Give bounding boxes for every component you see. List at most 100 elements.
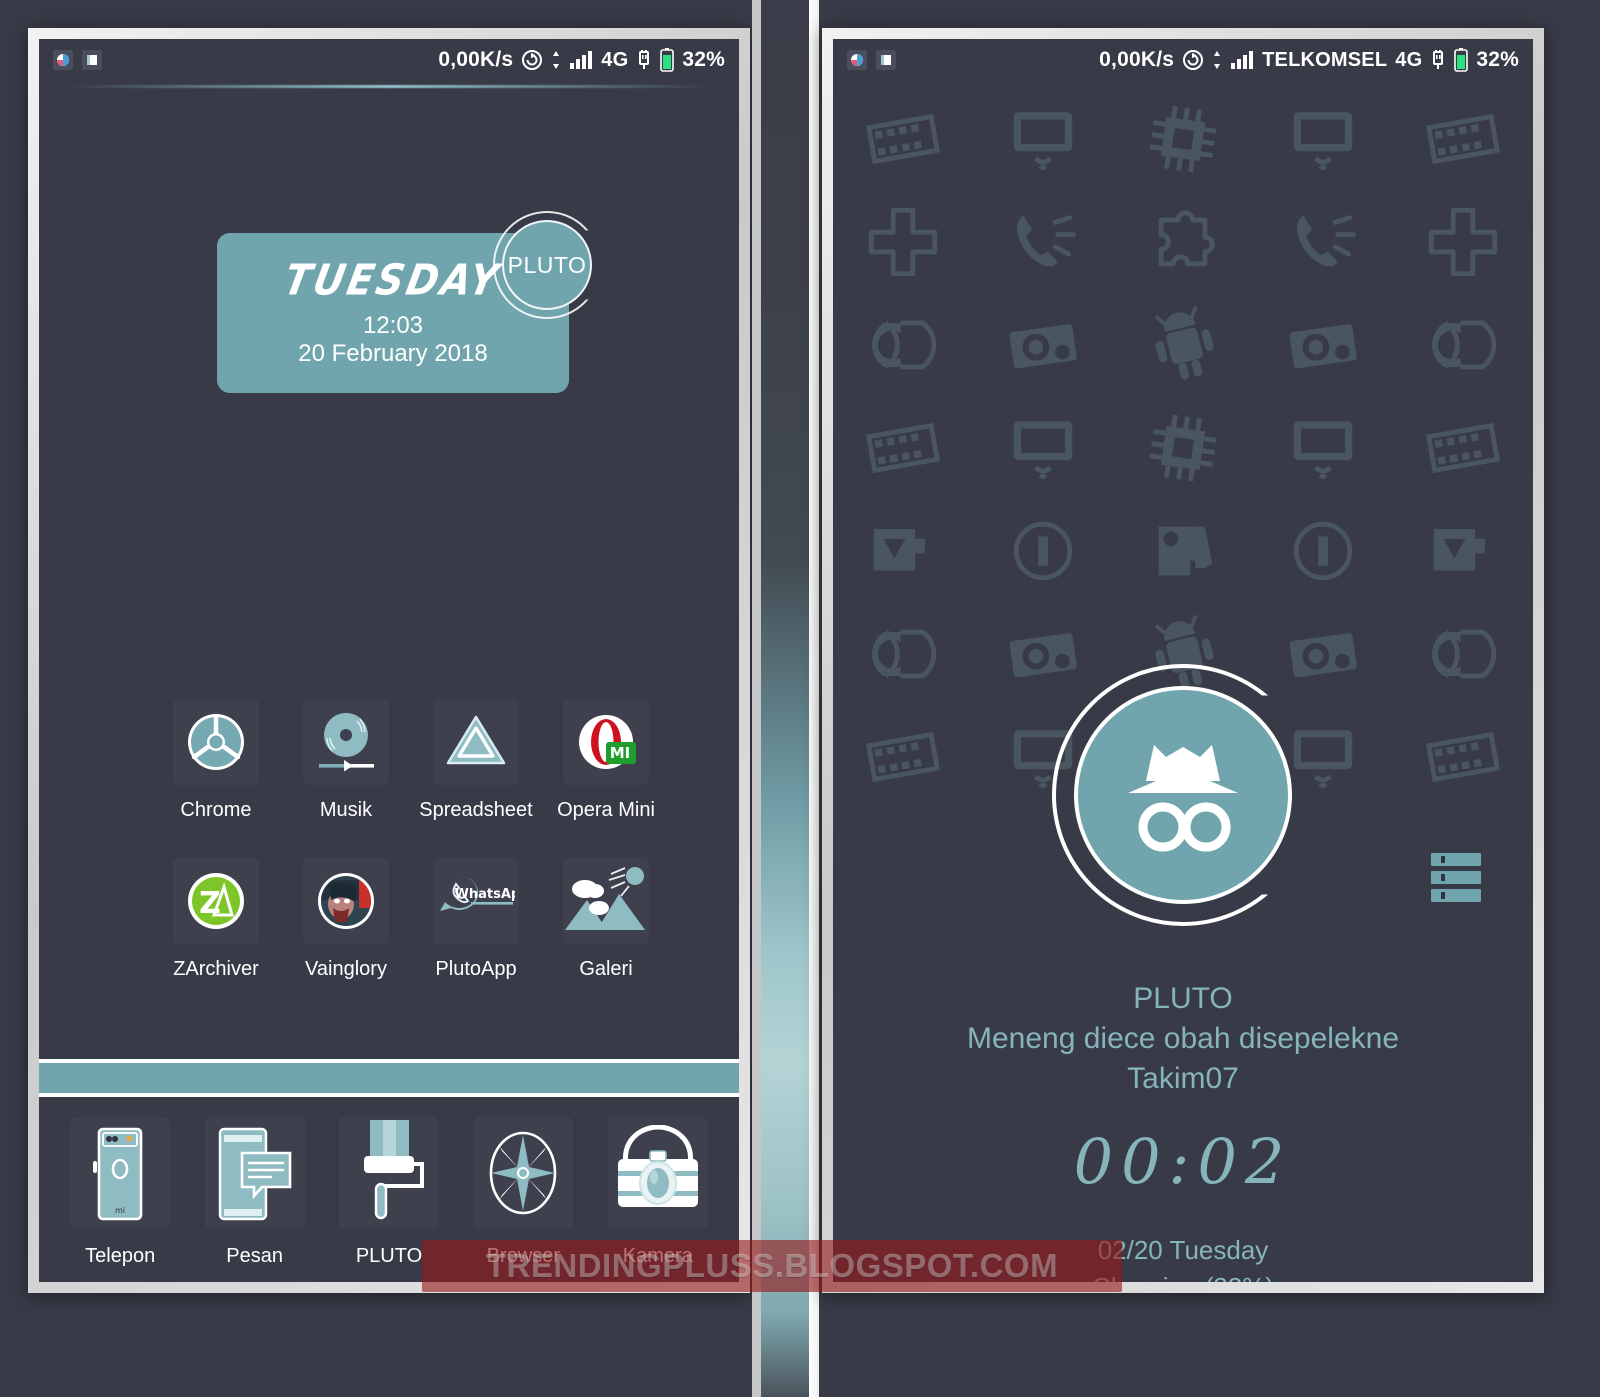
pluto-badge[interactable]: PLUTO [493, 211, 601, 319]
dock-label: Pesan [226, 1245, 283, 1267]
spreadsheet-triangle-icon [446, 715, 506, 765]
app-label: Galeri [579, 958, 633, 980]
dock-tile[interactable]: mi [70, 1117, 171, 1229]
lockscreen-name: PLUTO [1133, 982, 1233, 1015]
widget-time: 12:03 [362, 311, 424, 339]
lockscreen-avatar[interactable] [1052, 664, 1314, 926]
compass-icon [490, 1131, 557, 1215]
svg-text:MI: MI [610, 744, 631, 762]
dock-tile[interactable] [338, 1117, 439, 1229]
app-item-musik[interactable]: Musik [281, 699, 411, 822]
notification-book-icon [876, 50, 896, 70]
wp-magnet-icon [1424, 615, 1502, 693]
wp-dpad-icon [864, 203, 942, 281]
wp-camera-icon [1284, 306, 1362, 384]
app-tile[interactable] [303, 858, 389, 944]
wp-ringing-phone-icon [1004, 203, 1082, 281]
data-transfer-icon [551, 49, 561, 71]
left-phone-screen: 0,00K/s 4G 32% TUESDAY 12:03 20 February… [39, 39, 739, 1282]
right-status-bar: 0,00K/s TELKOMSEL 4G 32% [833, 39, 1533, 81]
music-disc-icon [319, 713, 374, 772]
dock-label: Telepon [85, 1245, 156, 1267]
app-tile[interactable]: WhatsApp [433, 858, 519, 944]
wp-monitor-cast-icon [1284, 409, 1362, 487]
zarchiver-icon: Z [188, 873, 244, 929]
wp-coffee-mug-icon [864, 512, 942, 590]
wp-chip-icon [1144, 100, 1222, 178]
app-tile[interactable] [433, 699, 519, 785]
gallery-mountains-icon [565, 867, 645, 930]
app-label: Spreadsheet [419, 799, 533, 821]
app-item-spreadsheet[interactable]: Spreadsheet [411, 699, 541, 822]
app-grid: Chrome Musik Spreadsheet MI Opera Mini Z… [151, 699, 671, 981]
message-device-icon [218, 1127, 291, 1221]
wp-magnet-icon [1424, 306, 1502, 384]
wp-magnet-icon [864, 615, 942, 693]
dock-item-pesan[interactable]: Pesan [187, 1117, 321, 1268]
dock-tile[interactable] [473, 1117, 574, 1229]
network-type: 4G [1395, 48, 1423, 71]
app-tile[interactable] [173, 699, 259, 785]
dock-item-telepon[interactable]: mi Telepon [53, 1117, 187, 1268]
right-phone-frame: 0,00K/s TELKOMSEL 4G 32% PLUTO Meneng di… [822, 28, 1544, 1293]
wp-android-robot-icon [1144, 305, 1222, 384]
app-tile[interactable] [563, 858, 649, 944]
app-item-plutoapp[interactable]: WhatsApp PlutoApp [411, 858, 541, 981]
battery-percent: 32% [682, 48, 725, 71]
vainglory-icon [318, 873, 374, 929]
app-tile[interactable]: Z [173, 858, 259, 944]
chrome-icon [188, 714, 244, 770]
app-tile[interactable] [303, 699, 389, 785]
app-label: Chrome [180, 799, 252, 821]
notification-globe-icon [847, 50, 867, 70]
status-right-icons: 0,00K/s 4G 32% [438, 48, 725, 72]
list-menu-bar [1431, 871, 1481, 884]
right-phone-screen: 0,00K/s TELKOMSEL 4G 32% PLUTO Meneng di… [833, 39, 1533, 1282]
lockscreen-clock: 00:02 [1073, 1124, 1293, 1198]
wp-chip-icon [1144, 409, 1222, 487]
incognito-icon [1128, 745, 1238, 852]
wp-ringing-phone-icon [1284, 203, 1362, 281]
wp-camera-icon [1004, 306, 1082, 384]
network-speed: 0,00K/s [438, 48, 514, 71]
dock-tile[interactable] [607, 1117, 708, 1229]
wp-coffee-mug-icon [1424, 512, 1502, 590]
list-menu-bar [1431, 889, 1481, 902]
usb-icon [636, 49, 652, 71]
notification-book-icon [82, 50, 102, 70]
svg-text:mi: mi [115, 1206, 125, 1215]
wp-dpad-icon [1424, 203, 1502, 281]
opera-mini-icon: MI [579, 715, 636, 769]
battery-icon [1454, 48, 1469, 72]
wp-monitor-cast-icon [1004, 100, 1082, 178]
app-item-opera-mini[interactable]: MI Opera Mini [541, 699, 671, 822]
app-label: PlutoApp [435, 958, 517, 980]
app-tile[interactable]: MI [563, 699, 649, 785]
app-item-galeri[interactable]: Galeri [541, 858, 671, 981]
watermark-text: TRENDINGPLUSS.BLOGSPOT.COM [485, 1247, 1059, 1284]
dock-tile[interactable] [204, 1117, 305, 1229]
lockscreen-username: Takim07 [1127, 1061, 1239, 1095]
battery-icon [660, 48, 675, 72]
lockscreen-info: PLUTO Meneng diece obah disepelekne Taki… [833, 979, 1533, 1282]
list-menu-bar [1431, 853, 1481, 866]
dock-label: PLUTO [355, 1245, 423, 1267]
status-right-icons: 0,00K/s TELKOMSEL 4G 32% [1099, 48, 1519, 72]
battery-percent: 32% [1476, 48, 1519, 71]
rotation-lock-icon [1182, 49, 1204, 71]
clock-widget[interactable]: TUESDAY 12:03 20 February 2018 PLUTO [217, 211, 637, 401]
wp-film-strip-icon [1424, 409, 1502, 487]
wp-book-icon [1144, 512, 1222, 590]
lockscreen-quote: Meneng diece obah disepelekne [967, 1021, 1399, 1055]
wp-magnet-icon [864, 306, 942, 384]
watermark-banner: TRENDINGPLUSS.BLOGSPOT.COM [422, 1240, 1122, 1292]
wp-film-strip-icon [1424, 100, 1502, 178]
status-left-icons [53, 50, 102, 70]
app-item-vainglory[interactable]: Vainglory [281, 858, 411, 981]
app-label: Vainglory [305, 958, 387, 980]
app-item-zarchiver[interactable]: Z ZArchiver [151, 858, 281, 981]
carrier-name: TELKOMSEL [1262, 48, 1388, 71]
app-item-chrome[interactable]: Chrome [151, 699, 281, 822]
list-menu-icon[interactable] [1431, 853, 1481, 902]
data-transfer-icon [1212, 49, 1222, 71]
